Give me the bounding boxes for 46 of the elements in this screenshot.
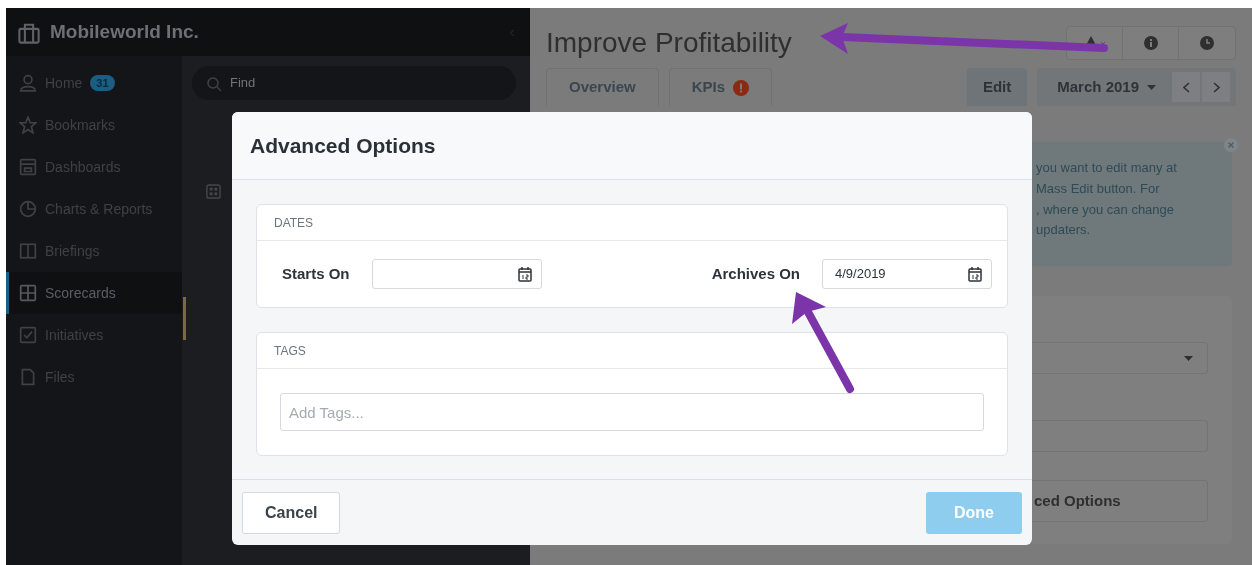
tab[interactable]: KPIs: [668, 68, 773, 106]
tags-field[interactable]: Add Tags...: [280, 393, 984, 431]
calendar-icon: [516, 266, 533, 282]
checkbox-icon: [19, 326, 37, 344]
caret-icon: [1147, 84, 1156, 90]
field-label: Archives On: [711, 263, 800, 284]
dashboard-icon: [19, 158, 37, 176]
select-field[interactable]: [1032, 342, 1208, 374]
next-button[interactable]: [1202, 72, 1230, 102]
clock-icon: [1200, 36, 1214, 50]
notice-text: you want to edit many at Mass Edit button. For , where you can change updaters.: [1036, 159, 1178, 240]
nav-item[interactable]: Scorecards: [6, 272, 182, 314]
info-icon: [1143, 36, 1158, 50]
previous-button[interactable]: [1172, 72, 1200, 102]
search-field[interactable]: Find: [192, 66, 516, 100]
nav-label: Scorecards: [45, 283, 116, 303]
calendar-icon: [967, 266, 983, 282]
pie-chart-icon: [19, 200, 37, 218]
grid-icon: [19, 284, 37, 302]
document-icon: [19, 368, 37, 386]
close-icon[interactable]: [1224, 138, 1238, 152]
book-icon: [19, 242, 37, 260]
grid-icon: [206, 184, 221, 199]
section-heading: TAGS: [257, 333, 1007, 369]
edit-button[interactable]: Edit: [966, 68, 1028, 106]
tab[interactable]: Overview: [546, 68, 659, 106]
chevron-right-icon: [1212, 81, 1220, 93]
briefcase-icon: [18, 21, 40, 44]
date-field[interactable]: 4/9/2019: [822, 259, 992, 289]
caret-icon: [1184, 356, 1193, 361]
advanced-options-button[interactable]: ced Options: [1032, 480, 1208, 522]
date-field[interactable]: [371, 259, 542, 289]
period-dropdown[interactable]: March 2019: [1051, 74, 1162, 100]
organization-name: Mobileworld Inc.: [50, 19, 199, 44]
person-icon: [19, 74, 37, 92]
input-field[interactable]: [1032, 420, 1208, 452]
cancel-button[interactable]: Cancel: [242, 491, 341, 534]
star-icon: [19, 116, 37, 134]
section-heading: DATES: [257, 205, 1007, 241]
field-label: Starts On: [282, 263, 350, 284]
count-badge: 31: [90, 74, 115, 92]
chevron-left-icon: [1182, 81, 1190, 93]
page-title: Improve Profitability: [546, 26, 792, 60]
search-icon: [206, 75, 222, 92]
selection-bar: [183, 297, 186, 340]
modal-title: Advanced Options: [250, 132, 436, 159]
